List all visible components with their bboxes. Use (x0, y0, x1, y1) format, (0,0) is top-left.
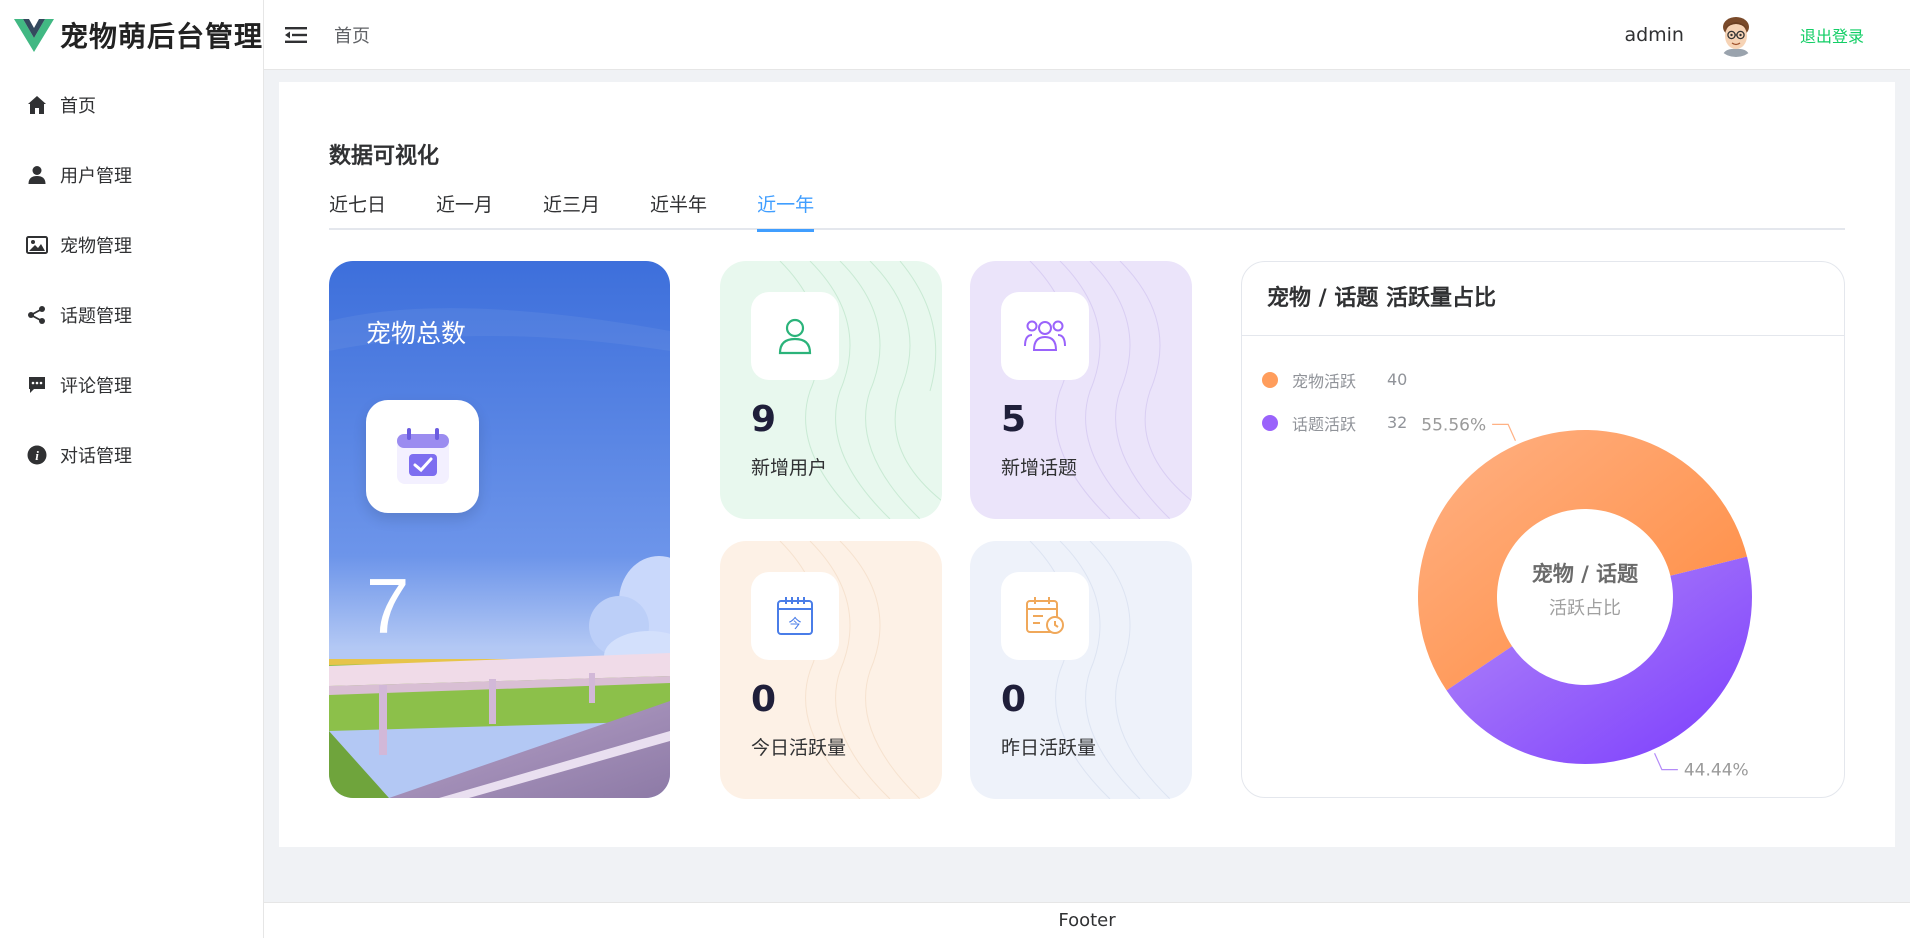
sidebar-item-home[interactable]: 首页 (0, 70, 263, 140)
calendar-check-icon (366, 400, 479, 513)
svg-text:今: 今 (788, 616, 801, 632)
vue-logo-icon (14, 19, 54, 52)
pie-percent-label-0: 55.56% (1421, 415, 1486, 435)
sidebar-item-label: 首页 (60, 96, 96, 117)
logout-link[interactable]: 退出登录 (1800, 23, 1864, 47)
time-range-tabs: 近七日 近一月 近三月 近半年 近一年 (329, 190, 1845, 232)
header-user-area: admin 退出登录 (1624, 0, 1864, 70)
calendar-clock-icon (1001, 572, 1089, 660)
top-header: 首页 admin 退出登录 (264, 0, 1910, 70)
sidebar-item-label: 对话管理 (60, 446, 132, 467)
legend-value: 32 (1387, 413, 1408, 432)
tab-7days[interactable]: 近七日 (329, 190, 386, 230)
sidebar-item-pets[interactable]: 宠物管理 (0, 210, 263, 280)
sidebar-item-label: 用户管理 (60, 166, 132, 187)
group-icon (1001, 292, 1089, 380)
main-card: 数据可视化 近七日 近一月 近三月 近半年 近一年 宠物总数 7 9 新增用户 … (279, 82, 1895, 847)
home-icon (26, 94, 48, 116)
sidebar-menu: 首页 用户管理 宠物管理 话题管理 评论管理 i 对话管理 (0, 70, 263, 490)
sidebar-item-topics[interactable]: 话题管理 (0, 280, 263, 350)
stat-card-new-users: 9 新增用户 (720, 261, 942, 519)
share-icon (26, 304, 48, 326)
stat-card-today-active: 今 0 今日活跃量 (720, 541, 942, 799)
username: admin (1624, 24, 1684, 46)
tab-1year[interactable]: 近一年 (757, 190, 815, 232)
sidebar: 宠物萌后台管理 首页 用户管理 宠物管理 话题管理 评论管理 i 对话管理 (0, 0, 264, 938)
tab-1month[interactable]: 近一月 (436, 190, 493, 230)
legend-item-topic[interactable]: 话题活跃 32 (1262, 401, 1407, 444)
stat-value: 5 (1001, 399, 1027, 440)
pie-percent-label-1: 44.44% (1684, 761, 1749, 781)
legend-value: 40 (1387, 370, 1408, 389)
legend-name: 宠物活跃 (1292, 371, 1357, 391)
tab-halfyear[interactable]: 近半年 (650, 190, 707, 230)
pet-total-title: 宠物总数 (366, 319, 467, 348)
sidebar-item-label: 评论管理 (60, 376, 132, 397)
pie-center-subtitle: 活跃占比 (1549, 598, 1621, 619)
stat-card-yesterday-active: 0 昨日活跃量 (970, 541, 1192, 799)
legend-item-pet[interactable]: 宠物活跃 40 (1262, 358, 1407, 401)
pie-label-leader-1 (1654, 752, 1678, 771)
sidebar-item-label: 话题管理 (60, 306, 132, 327)
stat-label: 新增用户 (751, 457, 828, 479)
pie-label-leader-0 (1492, 423, 1516, 442)
avatar[interactable] (1713, 13, 1758, 57)
tab-3months[interactable]: 近三月 (543, 190, 600, 230)
footer: Footer (264, 902, 1910, 938)
comment-icon (26, 374, 48, 396)
app-title: 宠物萌后台管理 (60, 20, 264, 53)
stat-value: 9 (751, 399, 777, 440)
stat-label: 今日活跃量 (751, 737, 847, 759)
sidebar-item-label: 宠物管理 (60, 236, 132, 257)
stat-label: 新增话题 (1001, 457, 1078, 479)
svg-text:i: i (35, 448, 39, 463)
pie-center-title: 宠物 / 话题 (1532, 562, 1639, 586)
stat-value: 0 (1001, 679, 1027, 720)
sidebar-item-users[interactable]: 用户管理 (0, 140, 263, 210)
logo[interactable]: 宠物萌后台管理 (0, 0, 263, 70)
legend-name: 话题活跃 (1292, 414, 1357, 434)
user-outline-icon (751, 292, 839, 380)
pet-total-card: 宠物总数 7 (329, 261, 670, 798)
user-icon (26, 164, 48, 186)
stat-value: 0 (751, 679, 777, 720)
sidebar-item-dialogs[interactable]: i 对话管理 (0, 420, 263, 490)
section-title: 数据可视化 (329, 144, 440, 169)
info-icon: i (26, 444, 48, 466)
legend-dot (1262, 414, 1278, 431)
calendar-today-icon: 今 (751, 572, 839, 660)
activity-pie-card: 55.56% 44.44% 宠物 / 话题 活跃占比 宠物 / 话题 活跃量占比 … (1241, 261, 1845, 798)
breadcrumb[interactable]: 首页 (334, 22, 370, 48)
collapse-menu-icon[interactable] (284, 23, 308, 47)
pie-legend: 宠物活跃 40 话题活跃 32 (1262, 358, 1407, 444)
pet-total-value: 7 (366, 562, 410, 650)
legend-dot (1262, 371, 1278, 388)
stat-card-new-topics: 5 新增话题 (970, 261, 1192, 519)
donut-chart: 55.56% 44.44% 宠物 / 话题 活跃占比 (1418, 415, 1752, 781)
stat-label: 昨日活跃量 (1001, 737, 1097, 759)
image-icon (26, 234, 48, 256)
sidebar-item-comments[interactable]: 评论管理 (0, 350, 263, 420)
